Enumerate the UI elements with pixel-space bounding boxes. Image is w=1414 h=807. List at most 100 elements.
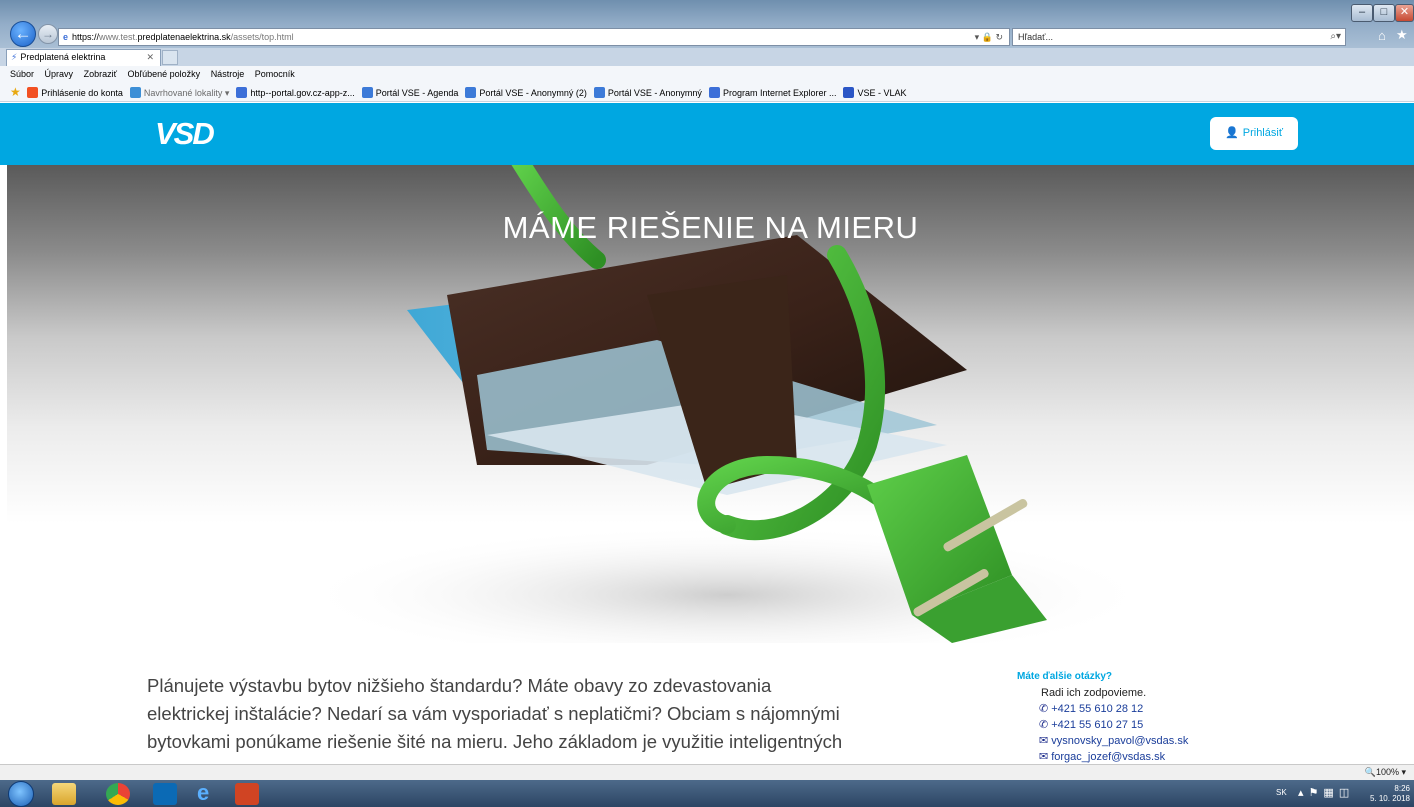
- favorite-link[interactable]: Navrhované lokality ▾: [129, 83, 230, 101]
- zoom-level: 100%: [1375, 767, 1399, 777]
- address-tools[interactable]: ▾ 🔒 ↻: [975, 29, 1003, 45]
- menu-bar: Súbor Úpravy Zobraziť Obľúbené položky N…: [0, 66, 1414, 82]
- login-button[interactable]: 👤 Prihlásiť: [1210, 117, 1298, 150]
- vsd-logo[interactable]: VSD: [155, 116, 215, 152]
- volume-icon[interactable]: ◫: [1339, 787, 1354, 799]
- favorite-label: Portál VSE - Anonymný: [607, 88, 702, 98]
- favorite-link[interactable]: Portál VSE - Agenda: [361, 83, 458, 101]
- chrome-icon[interactable]: [106, 783, 130, 805]
- intro-line: elektrickej inštalácie? Nedarí sa vám vy…: [147, 703, 840, 724]
- site-header: VSD 👤 Prihlásiť: [0, 103, 1414, 165]
- ie-site-icon: e: [63, 32, 69, 42]
- favorite-site-icon: [236, 87, 248, 98]
- close-window-button[interactable]: ✕: [1395, 4, 1414, 22]
- favorite-link[interactable]: Portál VSE - Anonymný (2): [465, 83, 587, 101]
- flag-icon[interactable]: ⚑: [1309, 787, 1324, 799]
- email-address: vysnovsky_pavol@vsdas.sk: [1051, 735, 1189, 747]
- search-placeholder: Hľadať...: [1018, 32, 1054, 42]
- favorite-link[interactable]: Program Internet Explorer ...: [708, 83, 836, 101]
- site-favicon-icon: ⚡: [11, 52, 18, 62]
- contact-box: Máte ďalšie otázky? Radi ich zodpovieme.…: [1017, 669, 1267, 765]
- back-button[interactable]: ←: [10, 21, 36, 47]
- network-icon[interactable]: ▦: [1323, 787, 1338, 799]
- url-domain-prefix: www.test.: [99, 32, 138, 42]
- favorite-label: http--portal.gov.cz-app-z...: [250, 88, 355, 98]
- favorite-label: Prihlásenie do konta: [41, 88, 123, 98]
- intro-line: Plánujete výstavbu bytov nižšieho štanda…: [147, 675, 772, 696]
- favorite-link[interactable]: Prihlásenie do konta: [27, 83, 123, 101]
- favorite-label: Navrhované lokality ▾: [143, 88, 230, 98]
- home-icon[interactable]: ⌂: [1378, 28, 1386, 43]
- arrow-left-icon: ←: [14, 24, 32, 43]
- status-bar: 🔍100% ▾: [0, 764, 1414, 780]
- favorite-site-icon: [708, 87, 720, 98]
- phone-icon: ✆: [1039, 703, 1049, 715]
- phone-link-1[interactable]: ✆ +421 55 610 28 12: [1017, 701, 1267, 717]
- new-tab-button[interactable]: [162, 50, 178, 65]
- favorite-site-icon: [465, 87, 477, 98]
- url-scheme: https://: [72, 32, 100, 42]
- powerpoint-icon[interactable]: [235, 783, 259, 805]
- phone-number: +421 55 610 27 15: [1051, 719, 1144, 731]
- login-label: Prihlásiť: [1242, 127, 1283, 139]
- language-indicator[interactable]: SK: [1276, 788, 1287, 797]
- close-tab-icon[interactable]: ✕: [146, 50, 154, 65]
- outlook-icon[interactable]: [153, 783, 177, 805]
- favorite-link[interactable]: VSE - VLAK: [843, 83, 907, 101]
- favorite-site-icon: [843, 87, 855, 98]
- tab-label: Predplatená elektrina: [20, 52, 106, 62]
- envelope-icon: ✉: [1039, 735, 1049, 747]
- minimize-button[interactable]: –: [1351, 4, 1373, 22]
- tab-strip: ⚡ Predplatená elektrina ✕: [0, 48, 1414, 66]
- favorite-label: Portál VSE - Anonymný (2): [479, 88, 587, 98]
- menu-view[interactable]: Zobraziť: [84, 69, 117, 79]
- taskbar: e SK ▴⚑▦◫ 8:26 5. 10. 2018: [0, 780, 1414, 807]
- search-icon[interactable]: ⌕▾: [1330, 29, 1341, 45]
- arrow-right-icon: →: [42, 27, 54, 41]
- contact-subheading: Radi ich zodpovieme.: [1041, 687, 1147, 699]
- file-explorer-icon[interactable]: [52, 783, 76, 805]
- tab-predplatena-elektrina[interactable]: ⚡ Predplatená elektrina ✕: [6, 49, 161, 66]
- contact-heading: Máte ďalšie otázky?: [1017, 671, 1112, 682]
- forward-button[interactable]: →: [38, 24, 58, 44]
- maximize-button[interactable]: □: [1373, 4, 1395, 22]
- email-link-2[interactable]: ✉ forgac_jozef@vsdas.sk: [1017, 749, 1267, 765]
- url-domain: predplatenaelektrina.sk: [137, 32, 231, 42]
- menu-help[interactable]: Pomocník: [255, 69, 295, 79]
- email-address: forgac_jozef@vsdas.sk: [1051, 751, 1166, 763]
- zoom-control[interactable]: 🔍100% ▾: [1365, 765, 1406, 780]
- start-button[interactable]: [8, 781, 34, 807]
- chevron-up-icon[interactable]: ▴: [1298, 787, 1309, 799]
- favorites-star-icon[interactable]: ★: [1396, 27, 1408, 43]
- phone-number: +421 55 610 28 12: [1051, 703, 1144, 715]
- clock[interactable]: 8:26 5. 10. 2018: [1370, 784, 1410, 804]
- menu-edit[interactable]: Úpravy: [45, 69, 74, 79]
- favorite-site-icon: [361, 87, 373, 98]
- hero-banner: MÁME RIEŠENIE NA MIERU: [7, 165, 1414, 643]
- search-input[interactable]: Hľadať... ⌕▾: [1012, 28, 1346, 46]
- envelope-icon: ✉: [1039, 751, 1049, 763]
- menu-favorites[interactable]: Obľúbené položky: [127, 69, 200, 79]
- hero-title: MÁME RIEŠENIE NA MIERU: [502, 210, 919, 245]
- favorite-link[interactable]: http--portal.gov.cz-app-z...: [236, 83, 355, 101]
- menu-file[interactable]: Súbor: [10, 69, 34, 79]
- favorite-label: VSE - VLAK: [857, 88, 907, 98]
- email-link-1[interactable]: ✉ vysnovsky_pavol@vsdas.sk: [1017, 733, 1267, 749]
- refresh-icon[interactable]: ↻: [995, 32, 1003, 42]
- tray-icons[interactable]: ▴⚑▦◫: [1298, 786, 1354, 799]
- url-path: /assets/top.html: [230, 32, 294, 42]
- address-bar[interactable]: e https://www.test.predplatenaelektrina.s…: [58, 28, 1010, 46]
- favorite-link[interactable]: Portál VSE - Anonymný: [593, 83, 702, 101]
- internet-explorer-icon[interactable]: e: [197, 782, 221, 805]
- add-favorite-star-icon[interactable]: ★: [10, 82, 21, 101]
- intro-paragraph: Plánujete výstavbu bytov nižšieho štanda…: [147, 672, 917, 756]
- phone-icon: ✆: [1039, 719, 1049, 731]
- dropdown-icon[interactable]: ▾: [975, 32, 980, 42]
- clock-date: 5. 10. 2018: [1369, 794, 1410, 803]
- menu-tools[interactable]: Nástroje: [211, 69, 245, 79]
- favorite-site-icon: [129, 87, 141, 98]
- clock-time: 8:26: [1394, 784, 1410, 793]
- lock-icon[interactable]: 🔒: [982, 32, 993, 42]
- phone-link-2[interactable]: ✆ +421 55 610 27 15: [1017, 717, 1267, 733]
- favorite-site-icon: [27, 87, 39, 98]
